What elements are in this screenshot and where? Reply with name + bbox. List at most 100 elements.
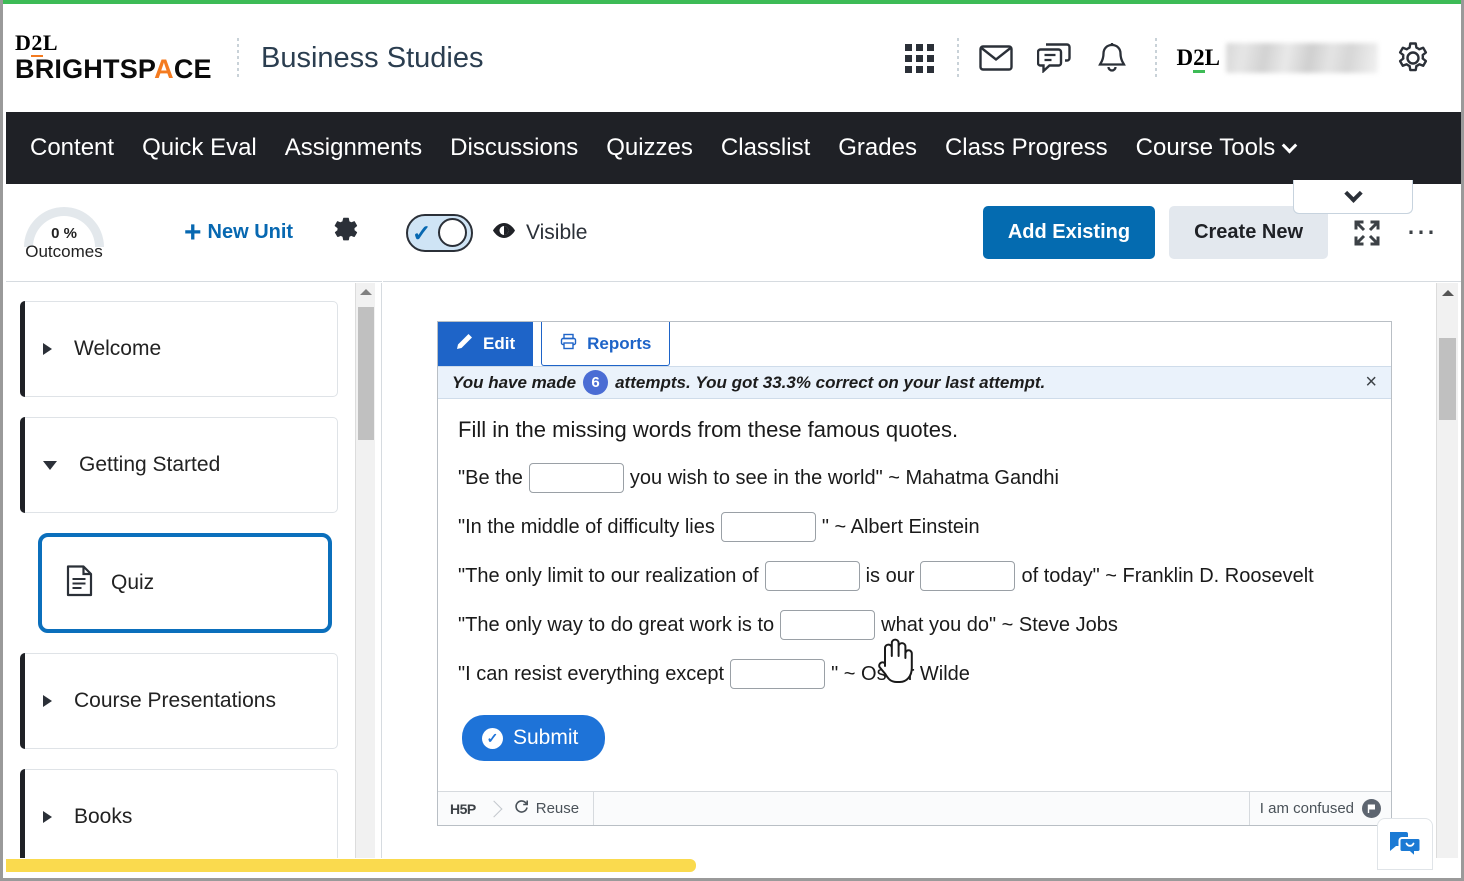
bottom-progress-bar[interactable]	[6, 859, 696, 872]
submit-button[interactable]: ✓ Submit	[462, 715, 605, 761]
new-unit-label: New Unit	[208, 221, 294, 244]
close-icon[interactable]: ×	[1365, 371, 1377, 394]
nav-item-assignments[interactable]: Assignments	[271, 134, 436, 162]
new-unit-button[interactable]: + New Unit	[184, 221, 293, 244]
chevron-down-icon	[1282, 137, 1298, 153]
sidebar-settings-gear-icon[interactable]	[333, 217, 359, 248]
chevron-down-icon	[43, 461, 57, 470]
edit-button[interactable]: Edit	[438, 322, 533, 366]
blank-input-roosevelt-2[interactable]	[920, 561, 1015, 591]
add-existing-button[interactable]: Add Existing	[983, 206, 1155, 259]
scroll-up-arrow-icon[interactable]	[360, 289, 372, 295]
confused-button[interactable]: I am confused	[1249, 792, 1391, 825]
expand-arrows-icon[interactable]	[1354, 220, 1380, 246]
sidebar-item-quiz[interactable]: Quiz	[38, 533, 332, 633]
check-icon: ✓	[412, 223, 431, 243]
quote-text-pre: "Be the	[458, 467, 523, 490]
nav-label: Classlist	[721, 134, 810, 162]
reuse-button[interactable]: Reuse	[510, 792, 594, 825]
nav-label: Course Tools	[1136, 134, 1276, 162]
app-header: D2L BRIGHTSPACE Business Studies D2L	[6, 4, 1464, 112]
chat-bubbles-icon[interactable]	[1025, 29, 1083, 87]
unit-list-panel: Welcome Getting Started Quiz Course Pres…	[6, 283, 382, 858]
unit-label: Course Presentations	[74, 689, 276, 713]
reuse-label: Reuse	[536, 800, 579, 817]
quote-text-pre: "The only way to do great work is to	[458, 614, 774, 637]
quote-text-post: " ~ Oscar Wilde	[831, 663, 970, 686]
waffle-grid-icon[interactable]	[891, 29, 949, 87]
status-middle: attempts.	[615, 373, 691, 393]
attempt-count-badge: 6	[583, 370, 608, 395]
unit-label: Welcome	[74, 337, 161, 361]
ellipsis-icon[interactable]: ⋯	[1406, 226, 1438, 240]
user-avatar[interactable]: D2L	[1177, 43, 1378, 73]
envelope-icon[interactable]	[967, 29, 1025, 87]
unit-card-welcome[interactable]: Welcome	[20, 301, 338, 397]
nav-item-quick-eval[interactable]: Quick Eval	[128, 134, 271, 162]
outcomes-label: Outcomes	[25, 242, 102, 262]
content-scrollbar[interactable]	[1436, 283, 1458, 858]
chevron-down-icon	[1344, 184, 1362, 202]
quiz-instructions: Fill in the missing words from these fam…	[458, 417, 1371, 443]
sidebar-scrollbar[interactable]	[355, 283, 375, 858]
scroll-up-arrow-icon[interactable]	[1442, 290, 1454, 296]
avatar-d2l-mark: D2L	[1177, 45, 1220, 71]
attempt-status-bar: You have made 6 attempts. You got 33.3% …	[438, 366, 1391, 399]
nav-item-content[interactable]: Content	[16, 134, 128, 162]
quiz-line-wilde: "I can resist everything except " ~ Osca…	[458, 659, 1371, 689]
chevron-right-icon	[43, 343, 52, 355]
quote-text-post: what you do" ~ Steve Jobs	[881, 614, 1118, 637]
scrollbar-thumb[interactable]	[1439, 338, 1456, 420]
plus-icon: +	[184, 223, 202, 243]
breadcrumb-arrow-icon	[485, 800, 502, 817]
h5p-footer: H5P Reuse I am confused	[438, 791, 1391, 825]
visibility-toggle[interactable]: ✓	[406, 214, 473, 252]
edit-label: Edit	[483, 334, 515, 354]
status-prefix: You have made	[452, 373, 576, 393]
nav-item-class-progress[interactable]: Class Progress	[931, 134, 1122, 162]
reports-button[interactable]: Reports	[541, 322, 670, 366]
blank-input-einstein[interactable]	[721, 512, 816, 542]
d2l-wordmark: D2L	[15, 32, 215, 54]
unit-label: Books	[74, 805, 132, 829]
unit-card-getting-started[interactable]: Getting Started	[20, 417, 338, 513]
reports-label: Reports	[587, 334, 651, 354]
pencil-icon	[456, 333, 473, 355]
nav-item-discussions[interactable]: Discussions	[436, 134, 592, 162]
quote-text-pre: "I can resist everything except	[458, 663, 724, 686]
blank-input-wilde[interactable]	[730, 659, 825, 689]
bell-icon[interactable]	[1083, 29, 1141, 87]
chevron-right-icon	[43, 811, 52, 823]
nav-item-quizzes[interactable]: Quizzes	[592, 134, 707, 162]
quote-text-pre: "The only limit to our realization of	[458, 565, 759, 588]
gear-icon[interactable]	[1384, 29, 1442, 87]
user-name-blurred	[1226, 43, 1378, 73]
chevron-right-icon	[43, 695, 52, 707]
unit-card-course-presentations[interactable]: Course Presentations	[20, 653, 338, 749]
visible-label: Visible	[526, 221, 587, 245]
unit-card-books[interactable]: Books	[20, 769, 338, 858]
nav-label: Class Progress	[945, 134, 1108, 162]
blank-input-jobs[interactable]	[780, 610, 875, 640]
collapsed-dropdown-panel[interactable]	[1293, 180, 1413, 214]
quiz-line-jobs: "The only way to do great work is to wha…	[458, 610, 1371, 640]
nav-item-course-tools[interactable]: Course Tools	[1122, 134, 1310, 162]
quiz-content: Fill in the missing words from these fam…	[438, 399, 1391, 761]
blank-input-roosevelt-1[interactable]	[765, 561, 860, 591]
sidebar-item-label: Quiz	[111, 571, 154, 595]
toggle-knob	[438, 218, 467, 247]
nav-label: Assignments	[285, 134, 422, 162]
nav-item-grades[interactable]: Grades	[824, 134, 931, 162]
outcomes-gauge: 0 % Outcomes	[16, 203, 112, 262]
header-actions: D2L	[891, 29, 1442, 87]
blank-input-gandhi[interactable]	[529, 463, 624, 493]
scrollbar-thumb[interactable]	[358, 307, 374, 440]
nav-label: Discussions	[450, 134, 578, 162]
course-navbar: Content Quick Eval Assignments Discussio…	[6, 112, 1464, 184]
d2l-brightspace-logo[interactable]: D2L BRIGHTSPACE	[15, 32, 215, 84]
status-suffix: You got 33.3% correct on your last attem…	[695, 373, 1045, 393]
quiz-line-roosevelt: "The only limit to our realization of is…	[458, 561, 1371, 591]
chat-widget-button[interactable]	[1377, 818, 1433, 870]
nav-item-classlist[interactable]: Classlist	[707, 134, 824, 162]
outcomes-percent: 0 %	[51, 225, 77, 242]
